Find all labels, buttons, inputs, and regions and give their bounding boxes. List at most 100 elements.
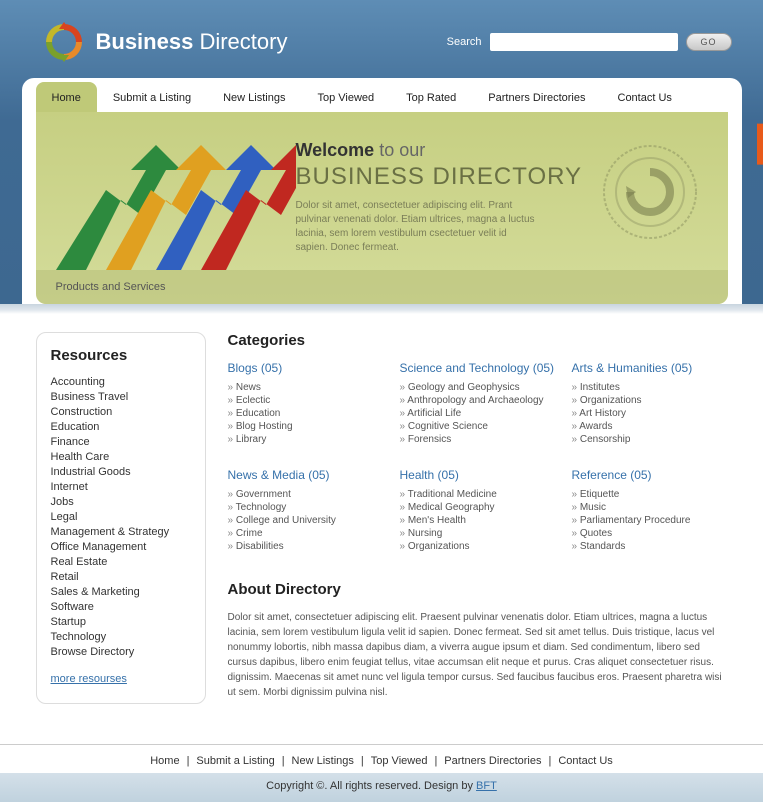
footer-separator: | (434, 755, 437, 767)
category-item[interactable]: Eclectic (228, 394, 384, 407)
design-by-link[interactable]: BFT (476, 780, 497, 792)
category-item[interactable]: Quotes (572, 527, 728, 540)
search-go-button[interactable]: GO (686, 33, 732, 51)
resource-item[interactable]: Industrial Goods (51, 464, 191, 479)
category-item[interactable]: Anthropology and Archaeology (400, 394, 556, 407)
about-text: Dolor sit amet, consectetuer adipiscing … (228, 610, 728, 700)
resource-item[interactable]: Office Management (51, 539, 191, 554)
hero-description: Dolor sit amet, consectetuer adipiscing … (296, 199, 536, 255)
resource-item[interactable]: Legal (51, 509, 191, 524)
categories-heading: Categories (228, 332, 728, 349)
footer: Home | Submit a Listing | New Listings | Top V… (0, 744, 763, 802)
nav-item-new-listings[interactable]: New Listings (207, 82, 301, 112)
nav-item-top-viewed[interactable]: Top Viewed (301, 82, 390, 112)
category-title[interactable]: Arts & Humanities (05) (572, 361, 728, 375)
category-item[interactable]: Art History (572, 407, 728, 420)
footer-nav-item[interactable]: Partners Directories (444, 755, 541, 767)
category-item[interactable]: Institutes (572, 381, 728, 394)
category-item[interactable]: Parliamentary Procedure (572, 514, 728, 527)
resource-item[interactable]: Sales & Marketing (51, 584, 191, 599)
category-item[interactable]: Technology (228, 501, 384, 514)
category-item[interactable]: Crime (228, 527, 384, 540)
footer-nav-item[interactable]: New Listings (292, 755, 354, 767)
category-item[interactable]: College and University (228, 514, 384, 527)
category-title[interactable]: Reference (05) (572, 468, 728, 482)
footer-separator: | (282, 755, 285, 767)
content-area: Categories Blogs (05) NewsEclecticEducati… (206, 332, 728, 704)
footer-separator: | (187, 755, 190, 767)
category-item[interactable]: Etiquette (572, 488, 728, 501)
category-item[interactable]: Organizations (572, 394, 728, 407)
footer-nav-item[interactable]: Submit a Listing (196, 755, 274, 767)
category-title[interactable]: Blogs (05) (228, 361, 384, 375)
category-item[interactable]: Music (572, 501, 728, 514)
sidebar-heading: Resources (51, 347, 191, 364)
category-item[interactable]: News (228, 381, 384, 394)
category-item[interactable]: Standards (572, 540, 728, 553)
category-item[interactable]: Censorship (572, 433, 728, 446)
resource-item[interactable]: Real Estate (51, 554, 191, 569)
nav-bar: HomeSubmit a ListingNew ListingsTop View… (22, 78, 742, 304)
category-item[interactable]: Organizations (400, 540, 556, 553)
footer-copyright: Copyright ©. All rights reserved. Design… (0, 773, 763, 802)
rss-tab[interactable]: RSS (757, 124, 763, 165)
resource-item[interactable]: Management & Strategy (51, 524, 191, 539)
nav-item-partners-directories[interactable]: Partners Directories (472, 82, 601, 112)
resource-item[interactable]: Retail (51, 569, 191, 584)
resource-item[interactable]: Software (51, 599, 191, 614)
resource-item[interactable]: Construction (51, 404, 191, 419)
category-item[interactable]: Library (228, 433, 384, 446)
category-item[interactable]: Forensics (400, 433, 556, 446)
footer-nav-item[interactable]: Contact Us (558, 755, 612, 767)
footer-separator: | (361, 755, 364, 767)
header: Business Directory Search GO HomeSubmit … (0, 0, 763, 304)
resource-item[interactable]: Technology (51, 629, 191, 644)
category-title[interactable]: News & Media (05) (228, 468, 384, 482)
nav-item-top-rated[interactable]: Top Rated (390, 82, 472, 112)
nav-item-home[interactable]: Home (36, 82, 97, 113)
category-item[interactable]: Blog Hosting (228, 420, 384, 433)
category-item[interactable]: Traditional Medicine (400, 488, 556, 501)
category-group: Health (05) Traditional MedicineMedical G… (400, 468, 556, 553)
resource-item[interactable]: Education (51, 419, 191, 434)
main-content: Resources AccountingBusiness TravelConst… (36, 314, 728, 734)
resource-item[interactable]: Business Travel (51, 389, 191, 404)
hero-arrows-graphic (36, 112, 296, 270)
category-group: News & Media (05) GovernmentTechnologyCol… (228, 468, 384, 553)
category-item[interactable]: Disabilities (228, 540, 384, 553)
nav-item-submit-a-listing[interactable]: Submit a Listing (97, 82, 207, 112)
resource-item[interactable]: Internet (51, 479, 191, 494)
hero-bottom-bar: Products and Services (36, 270, 728, 304)
category-title[interactable]: Science and Technology (05) (400, 361, 556, 375)
category-item[interactable]: Men's Health (400, 514, 556, 527)
nav-item-contact-us[interactable]: Contact Us (602, 82, 688, 112)
hero-banner: Welcome to our BUSINESS DIRECTORY Dolor … (36, 112, 728, 304)
category-title[interactable]: Health (05) (400, 468, 556, 482)
category-item[interactable]: Government (228, 488, 384, 501)
footer-nav-item[interactable]: Home (150, 755, 179, 767)
category-item[interactable]: Education (228, 407, 384, 420)
footer-nav-item[interactable]: Top Viewed (371, 755, 428, 767)
resource-item[interactable]: Browse Directory (51, 644, 191, 659)
category-item[interactable]: Nursing (400, 527, 556, 540)
resource-item[interactable]: Health Care (51, 449, 191, 464)
category-item[interactable]: Cognitive Science (400, 420, 556, 433)
sidebar: Resources AccountingBusiness TravelConst… (36, 332, 206, 704)
resource-item[interactable]: Finance (51, 434, 191, 449)
search-form: Search GO (447, 33, 732, 51)
category-item[interactable]: Medical Geography (400, 501, 556, 514)
category-item[interactable]: Awards (572, 420, 728, 433)
resource-item[interactable]: Accounting (51, 374, 191, 389)
category-item[interactable]: Artificial Life (400, 407, 556, 420)
footer-separator: | (549, 755, 552, 767)
resource-item[interactable]: Jobs (51, 494, 191, 509)
category-group: Reference (05) EtiquetteMusicParliamentar… (572, 468, 728, 553)
search-input[interactable] (490, 33, 678, 51)
resource-item[interactable]: Startup (51, 614, 191, 629)
brand: Business Directory (42, 20, 288, 64)
category-group: Blogs (05) NewsEclecticEducationBlog Host… (228, 361, 384, 446)
footer-nav: Home | Submit a Listing | New Listings | Top V… (0, 745, 763, 773)
category-item[interactable]: Geology and Geophysics (400, 381, 556, 394)
more-resources-link[interactable]: more resourses (51, 673, 127, 685)
category-group: Science and Technology (05) Geology and G… (400, 361, 556, 446)
